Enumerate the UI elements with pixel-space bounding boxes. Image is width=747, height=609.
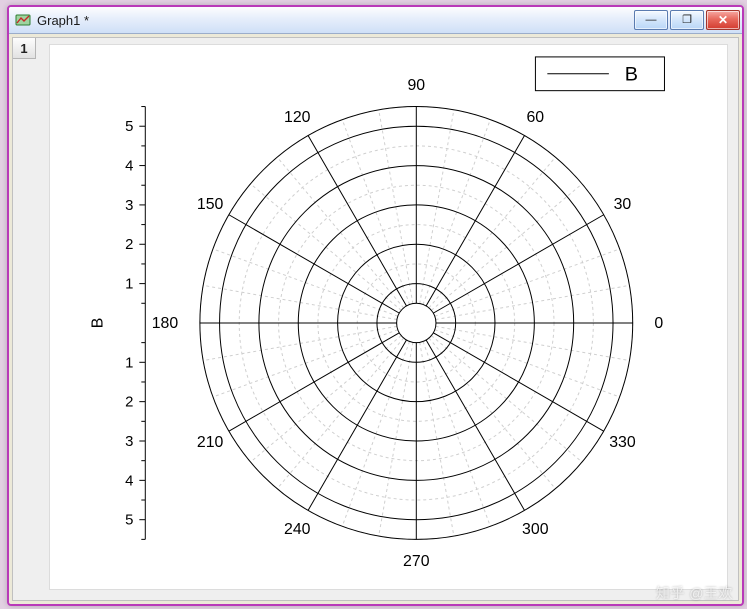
svg-text:270: 270 xyxy=(403,553,430,570)
close-button[interactable]: ✕ xyxy=(706,10,740,30)
watermark: 知乎 @王欢 xyxy=(656,583,733,603)
svg-text:4: 4 xyxy=(125,473,133,489)
maximize-icon: ❐ xyxy=(682,15,692,26)
svg-text:B: B xyxy=(90,318,107,329)
svg-text:90: 90 xyxy=(407,77,425,94)
svg-text:3: 3 xyxy=(125,434,133,450)
svg-text:330: 330 xyxy=(609,434,636,451)
svg-text:60: 60 xyxy=(526,109,544,126)
row-label[interactable]: 1 xyxy=(13,38,36,59)
svg-text:150: 150 xyxy=(197,196,224,213)
window-buttons: — ❐ ✕ xyxy=(634,10,740,30)
polar-chart: 0 30 60 90 120 150 180 210 240 270 300 330 1 2 3 4 5 1 2 3 4… xyxy=(50,45,727,589)
svg-text:210: 210 xyxy=(197,434,224,451)
svg-text:1: 1 xyxy=(125,355,133,371)
svg-text:1: 1 xyxy=(125,277,133,293)
window-title: Graph1 * xyxy=(37,13,634,28)
svg-text:B: B xyxy=(625,64,638,86)
graph-window: Graph1 * — ❐ ✕ 1 0 30 60 90 120 150 180 210 240 2… xyxy=(7,5,744,606)
svg-text:2: 2 xyxy=(125,237,133,253)
titlebar[interactable]: Graph1 * — ❐ ✕ xyxy=(9,7,742,34)
svg-text:5: 5 xyxy=(125,513,133,529)
client-area: 1 0 30 60 90 120 150 180 210 240 270 300 330 1 2 3 4 5 1 2… xyxy=(12,37,739,601)
svg-text:240: 240 xyxy=(284,521,311,538)
svg-text:5: 5 xyxy=(125,119,133,135)
app-icon xyxy=(15,12,31,28)
svg-text:120: 120 xyxy=(284,109,311,126)
svg-text:3: 3 xyxy=(125,198,133,214)
minimize-button[interactable]: — xyxy=(634,10,668,30)
svg-text:300: 300 xyxy=(522,521,549,538)
svg-text:4: 4 xyxy=(125,159,133,175)
svg-text:2: 2 xyxy=(125,395,133,411)
svg-text:0: 0 xyxy=(654,315,663,332)
svg-text:30: 30 xyxy=(614,196,632,213)
plot-area[interactable]: 0 30 60 90 120 150 180 210 240 270 300 330 1 2 3 4 5 1 2 3 4… xyxy=(49,44,728,590)
minimize-icon: — xyxy=(646,15,657,26)
svg-text:180: 180 xyxy=(152,315,179,332)
maximize-button[interactable]: ❐ xyxy=(670,10,704,30)
close-icon: ✕ xyxy=(718,14,728,26)
